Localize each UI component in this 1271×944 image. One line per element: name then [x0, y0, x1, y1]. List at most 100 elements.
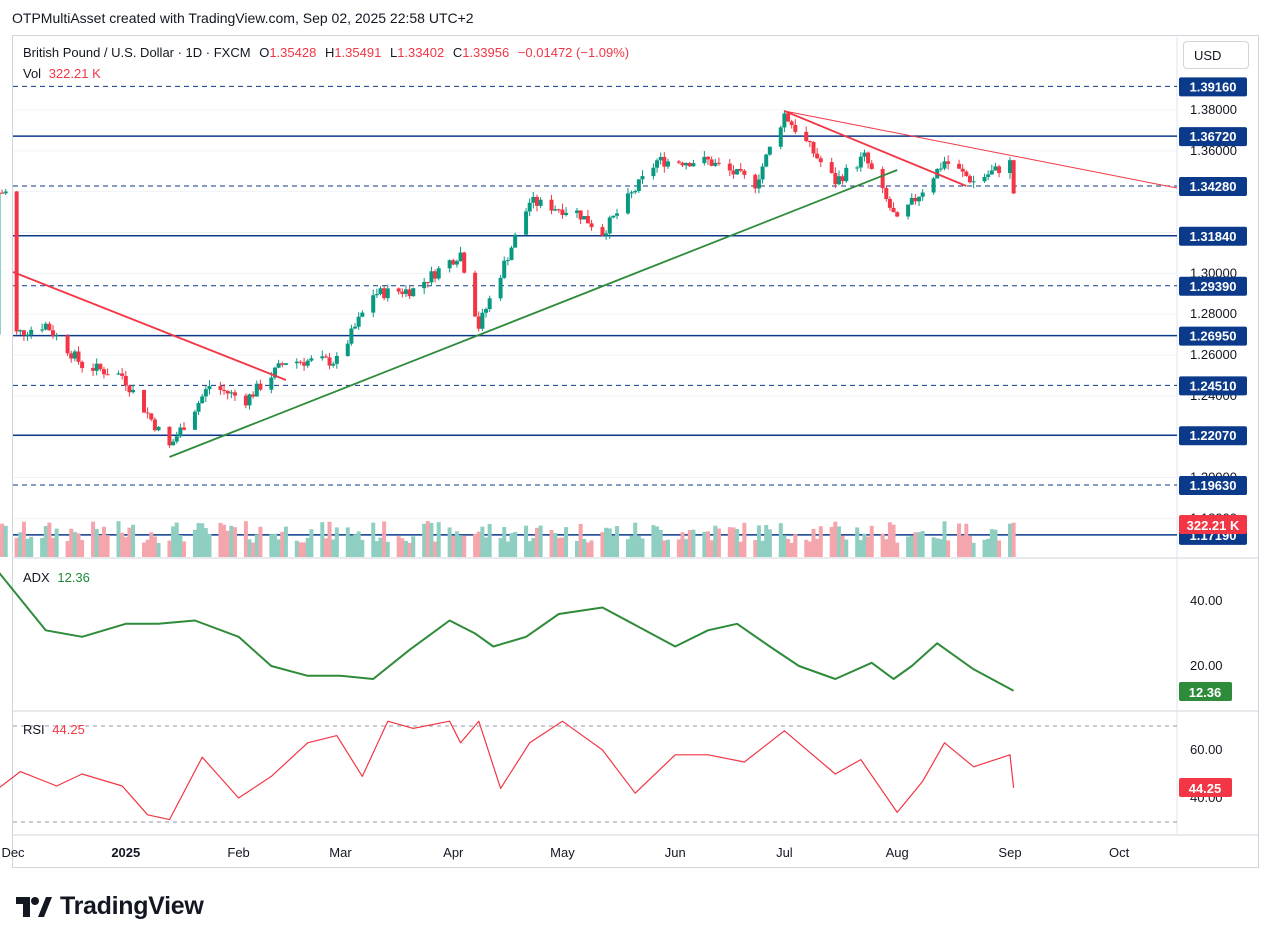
candle-body	[276, 363, 281, 368]
candle-body	[560, 209, 565, 216]
candle-body	[178, 427, 183, 437]
candle-body	[804, 131, 809, 142]
volume-bar	[0, 523, 5, 557]
candle-body	[920, 192, 925, 197]
rsi-pane	[13, 712, 1177, 834]
volume-bar	[429, 522, 434, 557]
candle-body	[582, 216, 587, 220]
price-tick-label: 1.26000	[1190, 347, 1237, 362]
volume-bar	[615, 526, 620, 557]
volume-bar	[633, 522, 638, 557]
candle-body	[651, 167, 656, 177]
candle-body	[385, 288, 390, 299]
candle-body	[986, 174, 991, 177]
candle-body	[232, 392, 237, 396]
volume-bar	[385, 541, 390, 557]
volume-bar	[855, 527, 860, 557]
volume-bar	[1008, 523, 1012, 557]
candle-body	[302, 362, 307, 366]
volume-bar	[582, 538, 587, 557]
volume-bar	[422, 523, 427, 557]
volume-bar	[272, 533, 277, 557]
candle-body	[844, 167, 849, 182]
candle-body	[997, 166, 1002, 174]
volume-bar	[716, 528, 721, 557]
volume-bar	[120, 532, 125, 557]
candle-body	[967, 176, 972, 183]
candle-body	[280, 363, 285, 365]
adx-tag-label: 12.36	[1189, 685, 1222, 700]
time-tick-label: Mar	[329, 845, 352, 860]
volume-bar	[731, 527, 736, 557]
candle-body	[574, 210, 579, 213]
volume-bar	[196, 523, 201, 557]
chart-canvas[interactable]: 1.380001.360001.300001.280001.260001.240…	[0, 0, 1271, 944]
volume-bar	[960, 535, 965, 557]
volume-bar	[513, 532, 518, 557]
candle-body	[549, 199, 554, 211]
adx-label: ADX	[23, 570, 50, 585]
volume-bar	[971, 542, 976, 557]
candle-body	[171, 441, 176, 446]
candle-body	[51, 330, 56, 336]
rsi-tick-label: 60.00	[1190, 742, 1223, 757]
volume-value: 322.21 K	[48, 66, 101, 81]
tradingview-logo[interactable]: TradingView	[16, 892, 204, 921]
candle-body	[451, 260, 456, 265]
volume-bar	[451, 535, 456, 557]
candle-body	[327, 357, 332, 366]
candle-body	[855, 167, 860, 169]
volume-bar	[611, 535, 616, 557]
candle-body	[691, 163, 696, 167]
candle-body	[229, 392, 234, 394]
volume-bar	[145, 539, 150, 557]
candle-body	[131, 389, 136, 393]
volume-bar	[3, 525, 8, 557]
candle-body	[436, 268, 441, 279]
adx-value: 12.36	[57, 570, 90, 585]
volume-bar	[407, 542, 412, 557]
price-level-label: 1.22070	[1190, 428, 1237, 443]
volume-bar	[578, 523, 583, 557]
volume-bar	[793, 534, 798, 557]
candle-body	[909, 197, 914, 205]
volume-bar	[222, 524, 227, 557]
volume-bar	[589, 540, 594, 557]
candle-body	[425, 282, 430, 284]
candle-body	[957, 163, 962, 169]
candle-body	[735, 168, 740, 175]
candle-body	[833, 173, 838, 185]
candle-body	[731, 170, 736, 175]
candle-body	[283, 363, 288, 365]
volume-bar	[556, 537, 561, 557]
candle-body	[247, 394, 252, 406]
volume-bar	[80, 540, 85, 557]
candle-body	[101, 369, 106, 375]
volume-bar	[502, 526, 507, 557]
volume-bar	[251, 542, 256, 557]
candle-body	[360, 312, 365, 317]
volume-bar	[309, 529, 314, 557]
volume-bar	[243, 521, 248, 557]
candle-body	[105, 374, 110, 376]
currency-button[interactable]: USD	[1183, 41, 1249, 69]
volume-bar	[487, 523, 492, 557]
candle-body	[1008, 160, 1012, 174]
volume-bar	[269, 534, 274, 557]
candle-body	[167, 426, 172, 446]
volume-bar	[229, 525, 234, 557]
volume-bar	[917, 532, 922, 557]
candle-body	[374, 293, 379, 296]
volume-bar	[40, 537, 45, 557]
candle-body	[513, 234, 518, 248]
volume-bar	[232, 527, 237, 557]
volume-bar	[600, 532, 605, 557]
volume-bar	[665, 539, 670, 557]
candle-body	[993, 166, 998, 171]
candle-body	[716, 162, 721, 164]
candle-body	[764, 154, 769, 167]
candle-body	[476, 316, 481, 329]
candle-body	[615, 213, 620, 216]
candle-body	[713, 162, 718, 166]
candle-body	[407, 289, 412, 297]
